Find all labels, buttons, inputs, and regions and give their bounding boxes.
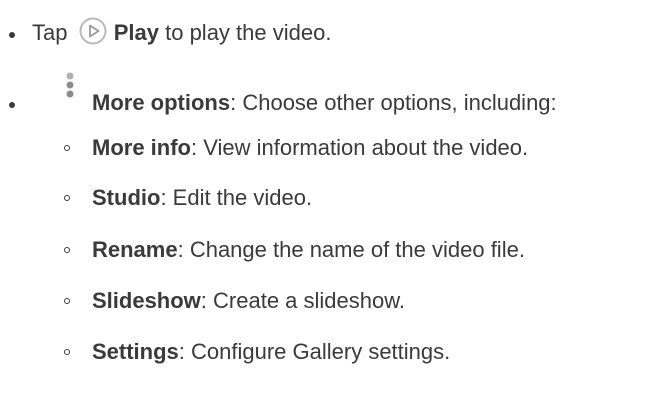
sub-item-slideshow: Slideshow: Create a slideshow. (0, 286, 672, 316)
sub-item-description: : Create a slideshow. (200, 288, 406, 313)
sub-bullet (64, 195, 70, 201)
list-item-play: Tap Play to play the video. (0, 17, 672, 48)
sub-item-term: Settings (92, 339, 179, 364)
list-bullet (9, 32, 15, 38)
sub-bullet (64, 298, 70, 304)
sub-item-description: : Edit the video. (160, 185, 313, 210)
play-description: to play the video. (159, 20, 332, 45)
sub-item-studio: Studio: Edit the video. (0, 183, 672, 213)
sub-item-term: Studio (92, 185, 161, 210)
play-term: Play (113, 20, 159, 45)
sub-bullet (64, 145, 70, 151)
more-options-icon (66, 72, 74, 98)
sub-item-description: : View information about the video. (191, 135, 529, 160)
sub-item-rename: Rename: Change the name of the video fil… (0, 235, 672, 265)
sub-item-settings: Settings: Configure Gallery settings. (0, 337, 672, 367)
sub-bullet (64, 247, 70, 253)
more-options-description: : Choose other options, including: (230, 90, 557, 115)
play-instruction-prefix: Tap (32, 20, 68, 45)
list-bullet (9, 102, 15, 108)
list-item-more-options: More options: Choose other options, incl… (0, 72, 672, 118)
more-options-term: More options (92, 90, 231, 115)
sub-item-term: Rename (92, 237, 178, 262)
sub-item-description: : Configure Gallery settings. (178, 339, 451, 364)
sub-item-term: More info (92, 135, 191, 160)
sub-bullet (64, 349, 70, 355)
sub-item-description: : Change the name of the video file. (177, 237, 525, 262)
sub-item-more-info: More info: View information about the vi… (0, 133, 672, 163)
sub-item-term: Slideshow (92, 288, 201, 313)
play-circle-icon (79, 17, 107, 45)
